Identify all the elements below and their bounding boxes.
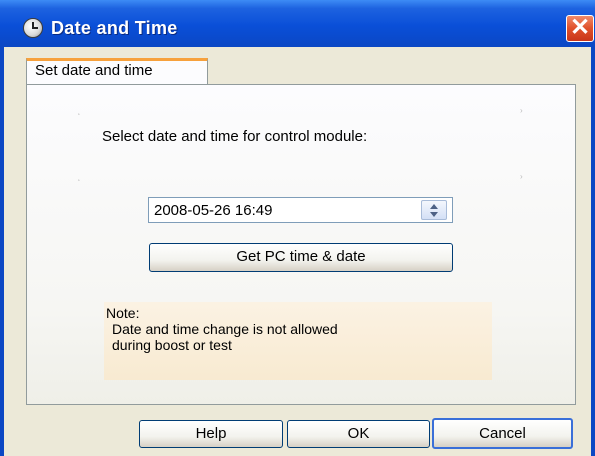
datetime-value[interactable]: 2008-05-26 16:49 bbox=[154, 202, 272, 219]
note-text-line-2: during boost or test bbox=[112, 337, 232, 353]
note-title: Note: bbox=[106, 305, 140, 321]
tick-mark: › bbox=[520, 106, 523, 115]
spin-down-icon[interactable] bbox=[430, 212, 438, 217]
ok-button[interactable]: OK bbox=[287, 420, 430, 448]
instruction-label: Select date and time for control module: bbox=[102, 128, 368, 145]
clock-icon bbox=[23, 18, 43, 38]
tick-mark: ˛ bbox=[78, 106, 81, 115]
tick-mark: › bbox=[520, 172, 523, 181]
window-title: Date and Time bbox=[51, 18, 178, 38]
note-text-line-1: Date and time change is not allowed bbox=[112, 321, 338, 337]
tick-mark: ˛ bbox=[78, 172, 81, 181]
close-button[interactable]: ✕ bbox=[566, 15, 594, 42]
spin-up-icon[interactable] bbox=[430, 204, 438, 209]
title-bar[interactable]: Date and Time ✕ bbox=[0, 0, 595, 47]
get-pc-time-button[interactable]: Get PC time & date bbox=[149, 243, 453, 272]
datetime-spinner[interactable] bbox=[421, 200, 447, 220]
window-frame-left bbox=[0, 47, 4, 456]
help-button[interactable]: Help bbox=[139, 420, 283, 448]
window-frame-right bbox=[591, 47, 595, 456]
tab-set-date-and-time[interactable]: Set date and time bbox=[26, 58, 208, 85]
note-box: Note: Date and time change is not allowe… bbox=[104, 302, 492, 380]
cancel-button[interactable]: Cancel bbox=[432, 418, 573, 449]
datetime-picker[interactable]: 2008-05-26 16:49 bbox=[148, 197, 453, 223]
